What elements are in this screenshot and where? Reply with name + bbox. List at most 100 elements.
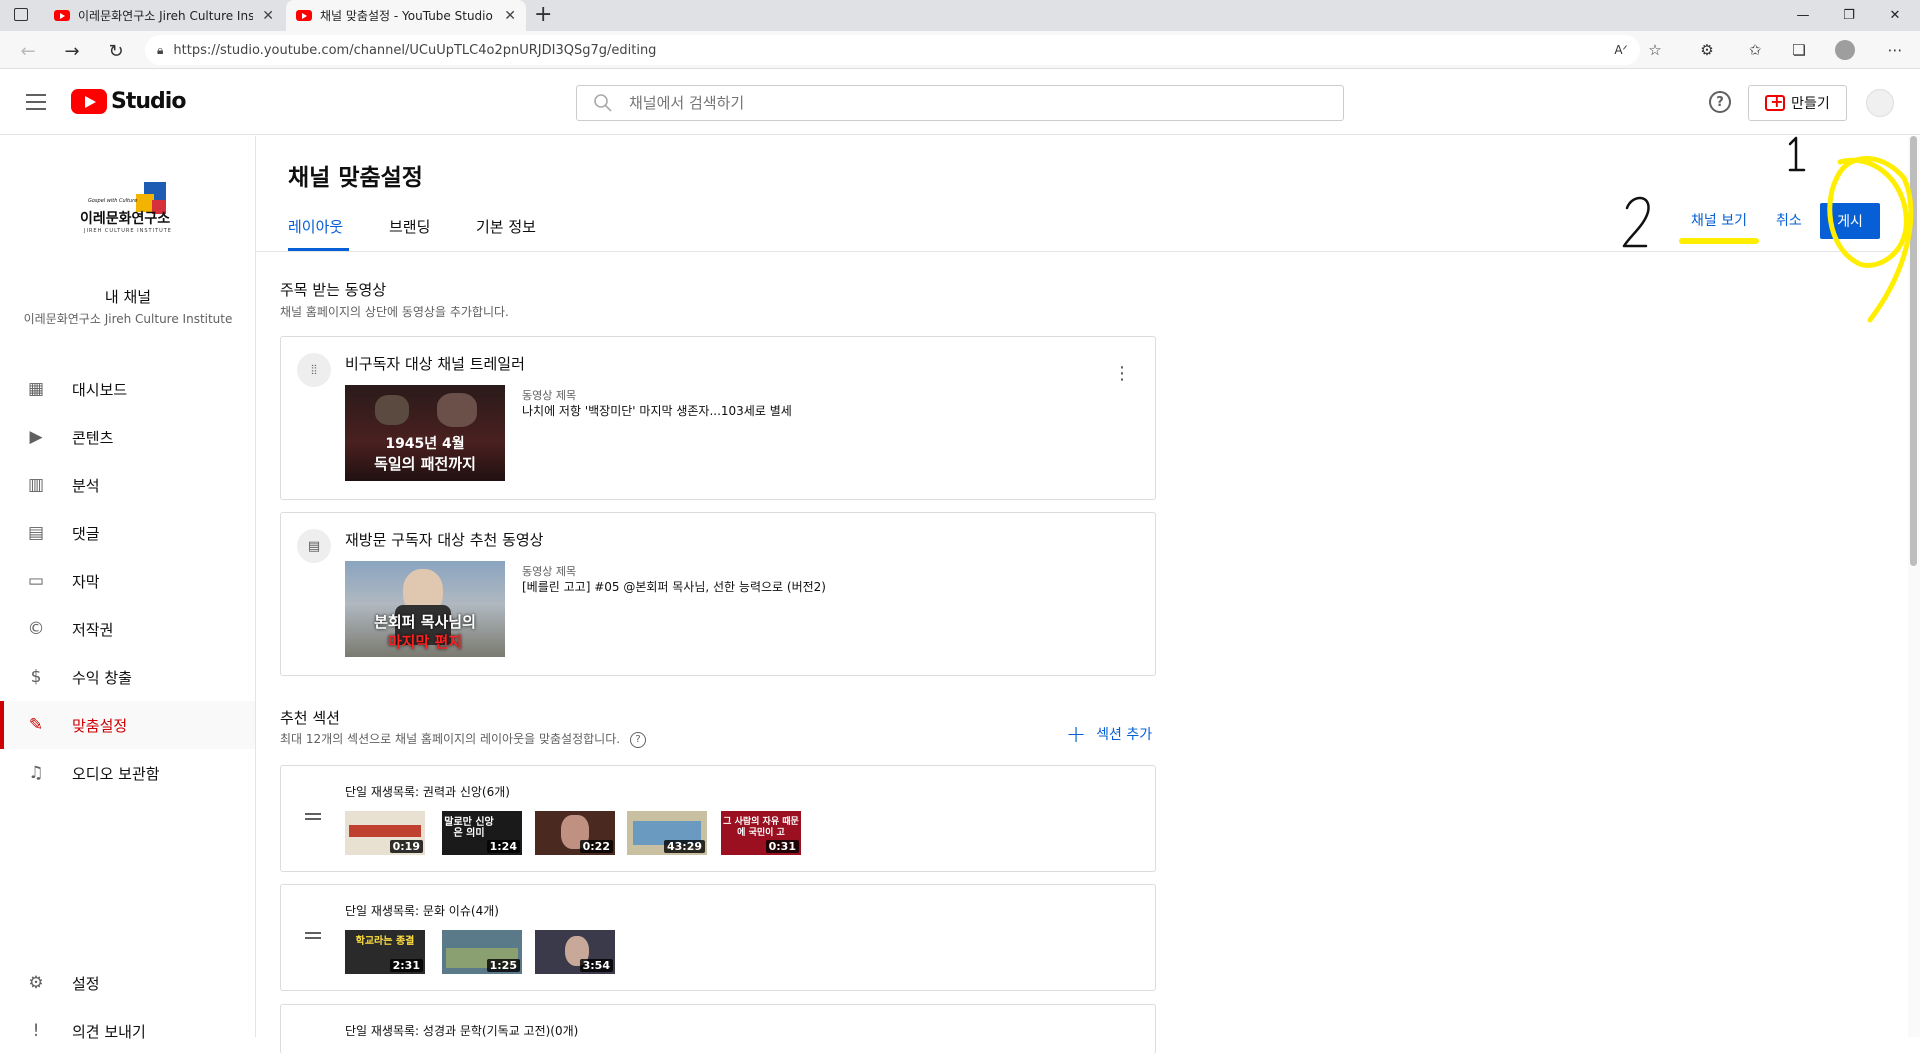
drag-handle-icon[interactable] [305,813,321,823]
channel-logo-tagline: Gospel with Culture [88,198,138,204]
channel-logo-subtitle: JIREH CULTURE INSTITUTE [84,228,172,234]
playlist-title: 단일 재생목록: 권력과 신앙(6개) [345,785,510,799]
comments-icon: ▤ [27,523,45,543]
extensions-icon[interactable]: ⚙ [1696,39,1718,61]
channel-avatar[interactable]: Gospel with Culture 이레문화연구소 JIREH CULTUR… [78,182,178,250]
youtube-favicon-icon [296,10,312,21]
my-channel-label: 내 채널 [104,288,152,306]
sidebar-item-label: 저작권 [72,620,114,639]
account-avatar[interactable] [1866,89,1894,117]
drag-handle-icon[interactable] [305,932,321,942]
close-tab-icon[interactable]: ✕ [262,8,274,24]
new-tab-button[interactable]: + [534,2,552,27]
tab-title: 채널 맞춤설정 - YouTube Studio [320,9,493,23]
sidebar-item-settings[interactable]: ⚙ 설정 [0,959,255,1007]
playlist-video-thumbnail[interactable]: 3:54 [535,930,615,974]
favorite-star-icon[interactable]: ☆ [1644,39,1666,61]
forward-button[interactable]: → [58,37,86,65]
playlist-video-thumbnail[interactable]: 말로만 신앙은 의미 1:24 [442,811,522,855]
publish-button[interactable]: 게시 [1820,203,1880,239]
url-field[interactable]: 🔒︎ https://studio.youtube.com/channel/UC… [145,35,1640,65]
video-thumbnail[interactable]: 본회퍼 목사님의 마지막 편지 [345,561,505,657]
restore-button[interactable]: ❐ [1826,0,1872,31]
favorites-icon[interactable]: ✩ [1744,39,1766,61]
tab-layout[interactable]: 레이아웃 [288,216,343,237]
featured-video-card[interactable]: ▤ 재방문 구독자 대상 추천 동영상 본회퍼 목사님의 마지막 편지 동영상 … [280,512,1156,676]
featured-section-title: 주목 받는 동영상 [280,281,387,299]
thumbnail-caption: 본회퍼 목사님의 [374,613,476,631]
sidebar-item-analytics[interactable]: ▥ 분석 [0,461,255,509]
channel-logo-name: 이레문화연구소 [80,211,171,227]
help-icon[interactable]: ? [630,731,647,748]
sidebar-item-feedback[interactable]: ! 의견 보내기 [0,1007,255,1055]
video-thumbnail[interactable]: 1945년 4월 독일의 패전까지 [345,385,505,481]
playlist-video-thumbnail[interactable]: 그 사람의 자유 때문에 국민이 고 0:31 [721,811,801,855]
page-title: 채널 맞춤설정 [288,165,423,191]
read-aloud-icon[interactable]: Aᐟ [1610,39,1632,61]
video-duration: 43:29 [663,840,705,853]
browser-tab-jireh[interactable]: 이레문화연구소 Jireh Culture Institute ✕ [44,0,284,31]
playlist-video-thumbnail[interactable]: 1:25 [442,930,522,974]
playlist-video-thumbnail[interactable]: 0:19 [345,811,425,855]
close-window-button[interactable]: ✕ [1872,0,1918,31]
playlist-video-thumbnail[interactable]: 0:22 [535,811,615,855]
tab-basic-info[interactable]: 기본 정보 [476,216,536,237]
channel-search[interactable] [576,85,1344,121]
view-channel-button[interactable]: 채널 보기 [1691,210,1747,230]
sidebar-item-subtitles[interactable]: ▭ 자막 [0,557,255,605]
close-tab-icon[interactable]: ✕ [504,8,516,24]
cancel-button[interactable]: 취소 [1776,210,1802,230]
sidebar: Gospel with Culture 이레문화연구소 JIREH CULTUR… [0,136,256,1041]
search-icon [594,94,612,112]
sidebar-item-copyright[interactable]: © 저작권 [0,605,255,653]
minimize-button[interactable]: — [1780,0,1826,31]
more-options-icon[interactable]: ⋮ [1113,363,1131,384]
menu-icon[interactable] [26,94,46,110]
featured-video-icon: ▤ [297,529,331,563]
thumbnail-caption: 학교라는 종결 [355,936,415,947]
sidebar-item-monetization[interactable]: $ 수익 창출 [0,653,255,701]
collections-icon[interactable]: ❏ [1788,39,1810,61]
channel-name: 이레문화연구소 Jireh Culture Institute [23,312,233,326]
tab-actions-icon[interactable] [14,8,28,21]
playlist-section-card[interactable]: 단일 재생목록: 권력과 신앙(6개) 0:19 말로만 신앙은 의미 1:24… [280,765,1156,872]
thumbnail-caption: 말로만 신앙은 의미 [444,817,494,839]
playlist-section-card[interactable]: 단일 재생목록: 성경과 문학(기독교 고전)(0개) [280,1004,1156,1054]
copyright-icon: © [27,619,45,639]
browser-tab-studio[interactable]: 채널 맞춤설정 - YouTube Studio ✕ [286,0,526,31]
sidebar-item-label: 콘텐츠 [72,428,114,447]
playlist-video-thumbnail[interactable]: 43:29 [627,811,707,855]
thumbnail-caption: 1945년 4월 [385,436,465,452]
sidebar-item-customization[interactable]: ✎ 맞춤설정 [0,701,255,749]
video-duration: 3:54 [579,959,613,972]
create-button[interactable]: 만들기 [1748,85,1847,121]
back-button[interactable]: ← [14,37,42,65]
studio-logo[interactable]: Studio [71,89,186,114]
browser-tab-bar: 이레문화연구소 Jireh Culture Institute ✕ 채널 맞춤설… [0,0,1920,31]
sidebar-item-audio-library[interactable]: ♫ 오디오 보관함 [0,749,255,797]
playlist-section-card[interactable]: 단일 재생목록: 문화 이슈(4개) 학교라는 종결 2:31 1:25 3:5… [280,884,1156,991]
tabs-divider [256,251,1920,252]
scrollbar-thumb[interactable] [1910,136,1917,566]
sidebar-item-label: 댓글 [72,524,100,543]
youtube-favicon-icon [54,10,70,21]
settings-icon: ⚙ [28,973,44,993]
create-label: 만들기 [1791,96,1830,112]
sidebar-item-dashboard[interactable]: ▦ 대시보드 [0,365,255,413]
help-icon[interactable]: ? [1709,91,1731,113]
playlist-title: 단일 재생목록: 문화 이슈(4개) [345,904,499,918]
sidebar-item-comments[interactable]: ▤ 댓글 [0,509,255,557]
sidebar-item-label: 오디오 보관함 [72,764,160,783]
sections-title: 추천 섹션 [280,709,340,727]
tab-branding[interactable]: 브랜딩 [389,216,430,237]
channel-trailer-card[interactable]: ⦙⦙ 비구독자 대상 채널 트레일러 ⋮ 1945년 4월 독일의 패전까지 동… [280,336,1156,500]
playlist-video-thumbnail[interactable]: 학교라는 종결 2:31 [345,930,425,974]
sidebar-item-label: 분석 [72,476,100,495]
search-input[interactable] [629,94,1229,112]
add-section-button[interactable]: + 섹션 추가 [1066,720,1152,748]
more-menu-icon[interactable]: ⋯ [1884,39,1906,61]
reload-button[interactable]: ↻ [102,37,130,65]
sections-description-text: 최대 12개의 섹션으로 채널 홈페이지의 레이아웃을 맞춤설정합니다. [280,732,621,746]
sidebar-item-content[interactable]: ▶ 콘텐츠 [0,413,255,461]
profile-icon[interactable] [1834,39,1856,61]
